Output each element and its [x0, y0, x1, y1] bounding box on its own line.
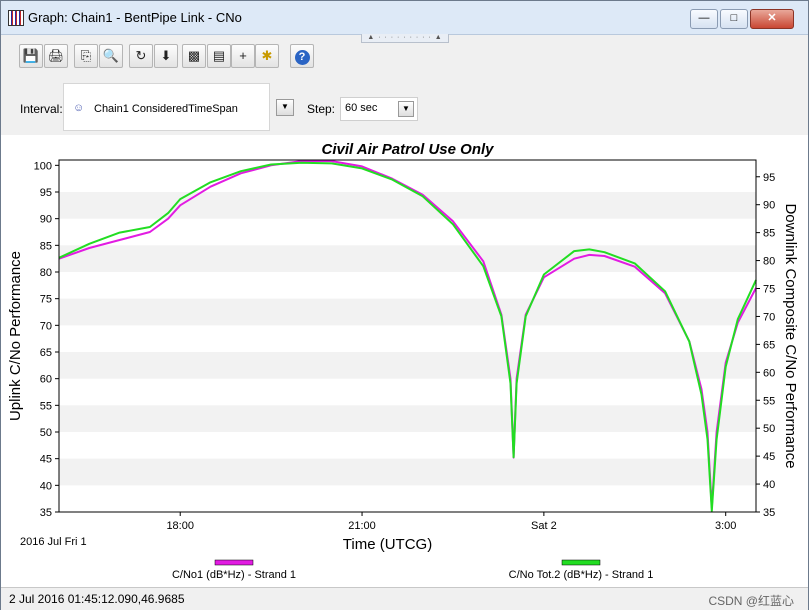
maximize-button[interactable]: □: [720, 9, 748, 29]
maximize-icon: □: [730, 12, 738, 24]
animate-button[interactable]: ✱: [255, 44, 279, 68]
crosshair-icon: +: [239, 48, 247, 63]
x-tick-label: 3:00: [715, 520, 736, 532]
y-axis-left-label: Uplink C/No Performance: [7, 251, 24, 421]
step-selector-icon[interactable]: ▼: [398, 101, 414, 117]
graph-properties-button[interactable]: ▩: [182, 44, 206, 68]
cno-chart: 35 40 45 50 55 60 65 70 75 80 85 90 95 100 35 40 45 50 55…: [7, 141, 799, 581]
export-button[interactable]: ⬇: [154, 44, 178, 68]
help-icon: ?: [294, 50, 310, 65]
y-left-tick-label: 65: [40, 347, 52, 359]
y-left-tick-label: 70: [40, 320, 52, 332]
title-bar[interactable]: Graph: Chain1 - BentPipe Link - CNo — □ …: [1, 1, 808, 35]
grid-band: [59, 298, 756, 326]
y-right-tick-label: 90: [763, 200, 775, 212]
y-left-tick-label: 80: [40, 267, 52, 279]
y-right-tick-label: 95: [763, 172, 775, 184]
minimize-button[interactable]: —: [690, 9, 718, 29]
y-right-tick-label: 75: [763, 284, 775, 296]
close-button[interactable]: ✕: [750, 9, 794, 29]
y-left-tick-label: 95: [40, 187, 52, 199]
y-right-tick-label: 70: [763, 311, 775, 323]
x-tick-label: 21:00: [348, 520, 376, 532]
y-left-tick-label: 90: [40, 214, 52, 226]
grid-band: [59, 352, 756, 379]
y-left-tick-label: 35: [40, 507, 52, 519]
report-icon: ▤: [212, 48, 226, 63]
legend: C/No1 (dB*Hz) - Strand 1 C/No Tot.2 (dB*H…: [172, 559, 654, 581]
y-right-tick-label: 80: [763, 256, 775, 268]
animate-icon: ✱: [261, 48, 273, 63]
y-left-tick-label: 55: [40, 400, 52, 412]
y-right-tick-label: 35: [763, 507, 775, 519]
toolbar-collapse-grip[interactable]: ▲ · · · · · · · · · ▲: [361, 34, 449, 43]
x-axis-label: Time (UTCG): [343, 536, 432, 553]
export-icon: ⬇: [160, 48, 172, 63]
x-start-date-label: 2016 Jul Fri 1: [20, 536, 87, 548]
y-left-tick-label: 45: [40, 454, 52, 466]
save-button[interactable]: 💾: [19, 44, 43, 68]
y-right-tick-label: 85: [763, 228, 775, 240]
x-tick-label: 18:00: [166, 520, 194, 532]
report-button[interactable]: ▤: [207, 44, 231, 68]
minimize-icon: —: [698, 12, 710, 24]
chevron-down-icon: ▼: [281, 102, 289, 111]
interval-label: Interval:: [20, 102, 63, 116]
print-icon: 🖨: [47, 48, 65, 63]
legend-label-2: C/No Tot.2 (dB*Hz) - Strand 1: [509, 569, 654, 581]
copy-icon: ⎘: [80, 48, 92, 63]
y-left-tick-label: 60: [40, 374, 52, 386]
y-axis-right-label: Downlink Composite C/No Performance: [782, 203, 799, 468]
copy-button[interactable]: ⎘: [74, 44, 98, 68]
step-field[interactable]: 60 sec ▼: [340, 97, 418, 121]
legend-swatch-1: [214, 559, 254, 566]
watermark: CSDN @红蓝心: [708, 594, 794, 608]
legend-label-1: C/No1 (dB*Hz) - Strand 1: [172, 569, 296, 581]
save-icon: 💾: [22, 48, 40, 63]
grid-band: [59, 405, 756, 432]
interval-field[interactable]: ☺ Chain1 ConsideredTimeSpan: [63, 83, 270, 131]
graph-app-icon: [8, 10, 24, 26]
y-left-tick-label: 50: [40, 427, 52, 439]
refresh-icon: ↻: [135, 48, 147, 63]
crosshair-button[interactable]: +: [231, 44, 255, 68]
graph-properties-icon: ▩: [187, 48, 201, 63]
status-bar: 2 Jul 2016 01:45:12.090,46.9685 CSDN @红蓝…: [1, 587, 808, 610]
y-right-tick-label: 65: [763, 339, 775, 351]
grid-band: [59, 245, 756, 272]
y-left-tick-label: 75: [40, 294, 52, 306]
chart-title: Civil Air Patrol Use Only: [322, 141, 495, 158]
y-right-tick-label: 60: [763, 367, 775, 379]
grid-band: [59, 458, 756, 486]
y-left-tick-label: 100: [34, 160, 52, 172]
x-tick-label: Sat 2: [531, 520, 557, 532]
step-value: 60 sec: [345, 102, 378, 114]
print-button[interactable]: 🖨: [44, 44, 68, 68]
interval-dropdown-button[interactable]: ▼: [276, 99, 294, 116]
step-label: Step:: [307, 102, 336, 116]
zoom-icon: 🔍: [102, 48, 120, 63]
grid-band: [59, 192, 756, 219]
refresh-button[interactable]: ↻: [129, 44, 153, 68]
y-right-tick-label: 50: [763, 423, 775, 435]
help-button[interactable]: ?: [290, 44, 314, 68]
cursor-readout: 2 Jul 2016 01:45:12.090,46.9685: [9, 592, 185, 606]
time-interval-icon: ☺: [73, 102, 85, 114]
zoom-button[interactable]: 🔍: [99, 44, 123, 68]
window-title: Graph: Chain1 - BentPipe Link - CNo: [28, 10, 242, 25]
y-left-tick-label: 85: [40, 240, 52, 252]
y-left-tick-label: 40: [40, 480, 52, 492]
interval-value: Chain1 ConsideredTimeSpan: [94, 103, 238, 115]
y-right-tick-label: 45: [763, 451, 775, 463]
interval-step-row: Interval: ☺ Chain1 ConsideredTimeSpan ▼ …: [1, 83, 808, 131]
y-right-tick-label: 40: [763, 479, 775, 491]
y-right-tick-label: 55: [763, 395, 775, 407]
close-icon: ✕: [767, 12, 777, 24]
legend-swatch-2: [561, 559, 601, 566]
